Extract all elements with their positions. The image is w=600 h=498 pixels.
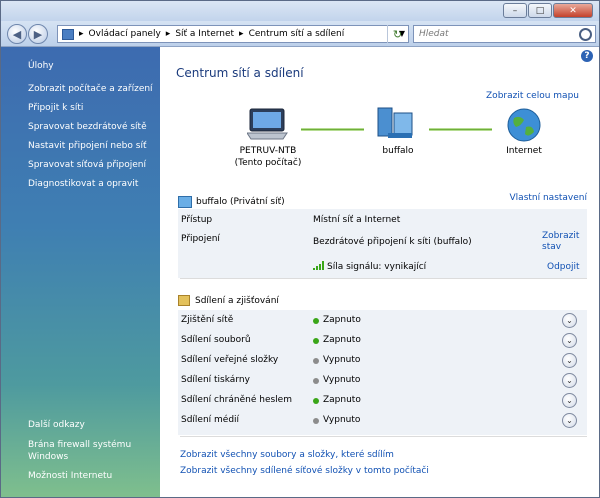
search-icon[interactable] [579,28,592,41]
sharing-label: Sdílení médií [181,415,240,425]
full-map-link[interactable]: Zobrazit celou mapu [486,91,579,101]
sharing-label: Sdílení chráněné heslem [181,395,292,405]
view-shared-folders-link[interactable]: Zobrazit všechny sdílené síťové složky v… [180,463,429,479]
breadcrumb-network-internet[interactable]: Síť a Internet [175,29,234,39]
divider [180,436,587,437]
sharing-value: Vypnuto [323,415,361,425]
sharing-header: Sdílení a zjišťování [178,295,279,306]
breadcrumb-sep-icon: ▸ [79,29,84,39]
sharing-value: Zapnuto [323,315,361,325]
divider [180,278,587,279]
breadcrumb-sep-icon: ▸ [165,29,171,39]
sharing-row: Sdílení médií Vypnuto ⌄ [178,411,587,431]
connection-line-1 [301,128,364,131]
status-on-icon [313,398,319,404]
status-on-icon [313,338,319,344]
help-icon[interactable]: ? [581,50,593,62]
network-details-panel: Přístup Místní síť a Internet Připojení … [178,209,587,278]
internet-globe-icon [507,108,541,142]
signal-strength-icon [313,261,324,270]
disconnect-link[interactable]: Odpojit [547,262,580,272]
sidebar-item-view-computers[interactable]: Zobrazit počítače a zařízení [28,80,153,99]
sharing-icon [178,295,190,306]
sidebar-item-setup-connection[interactable]: Nastavit připojení nebo síť [28,137,153,156]
chevron-down-icon[interactable]: ⌄ [562,373,577,388]
sharing-value: Vypnuto [323,355,361,365]
close-button[interactable]: ✕ [553,3,593,18]
sidebar-item-firewall[interactable]: Brána firewall systému Windows [28,439,153,463]
sharing-row: Sdílení chráněné heslem Zapnuto ⌄ [178,391,587,411]
sidebar-item-manage-connections[interactable]: Spravovat síťová připojení [28,156,153,175]
control-panel-icon [62,28,74,40]
sharing-value: Vypnuto [323,375,361,385]
sharing-label: Sdílení souborů [181,335,251,345]
sharing-value: Zapnuto [323,335,361,345]
sharing-label: Zjištění sítě [181,315,234,325]
back-button[interactable]: ◀ [7,24,27,44]
status-off-icon [313,378,319,384]
sidebar-other-title: Další odkazy [28,420,85,430]
sidebar-item-diagnose[interactable]: Diagnostikovat a opravit [28,175,153,194]
sharing-panel: Zjištění sítě Zapnuto ⌄ Sdílení souborů … [178,310,587,435]
sidebar-item-internet-options[interactable]: Možnosti Internetu [28,470,153,482]
access-value: Místní síť a Internet [313,215,401,225]
network-icon [178,196,192,208]
sharing-row: Zjištění sítě Zapnuto ⌄ [178,311,587,331]
sidebar: Úlohy Zobrazit počítače a zařízení Připo… [1,47,160,497]
network-router-icon [377,107,413,138]
sharing-value: Zapnuto [323,395,361,405]
computer-label: PETRUV-NTB (Tento počítač) [230,145,306,169]
maximize-button[interactable]: □ [528,3,552,18]
network-title: buffalo (Privátní síť) [196,197,285,207]
computer-name: PETRUV-NTB [239,146,297,156]
custom-settings-link[interactable]: Vlastní nastavení [510,193,587,203]
status-on-icon [313,318,319,324]
sharing-label: Sdílení tiskárny [181,375,250,385]
chevron-down-icon[interactable]: ⌄ [562,393,577,408]
computer-icon [247,108,288,140]
sharing-title: Sdílení a zjišťování [195,295,279,306]
main-panel: Centrum sítí a sdílení Zobrazit celou ma… [160,47,599,497]
forward-button[interactable]: ▶ [28,24,48,44]
chevron-down-icon[interactable]: ⌄ [562,333,577,348]
connection-value: Bezdrátové připojení k síti (buffalo) [313,237,472,247]
sidebar-tasks: Zobrazit počítače a zařízení Připojit k … [28,80,153,194]
access-label: Přístup [181,215,213,225]
refresh-icon[interactable]: ↻ [387,25,407,43]
chevron-down-icon[interactable]: ⌄ [562,353,577,368]
show-status-link[interactable]: Zobrazit stav [542,231,587,253]
connection-label: Připojení [181,234,220,244]
search-placeholder: Hledat [419,29,449,39]
address-box[interactable]: ▸ Ovládací panely ▸ Síť a Internet ▸ Cen… [57,25,409,43]
sharing-row: Sdílení tiskárny Vypnuto ⌄ [178,371,587,391]
breadcrumb-control-panel[interactable]: Ovládací panely [89,29,161,39]
view-shared-files-link[interactable]: Zobrazit všechny soubory a složky, které… [180,447,429,463]
network-name-label: buffalo [382,146,414,156]
computer-subtitle: (Tento počítač) [234,158,302,168]
sharing-row: Sdílení souborů Zapnuto ⌄ [178,331,587,351]
sidebar-other-links: Brána firewall systému Windows Možnosti … [28,439,153,489]
minimize-button[interactable]: – [503,3,527,18]
page-title: Centrum sítí a sdílení [176,66,304,80]
window: – □ ✕ ◀ ▶ ▸ Ovládací panely ▸ Síť a Inte… [0,0,600,498]
address-bar-row: ◀ ▶ ▸ Ovládací panely ▸ Síť a Internet ▸… [1,21,599,47]
bottom-links: Zobrazit všechny soubory a složky, které… [180,447,429,479]
title-bar: – □ ✕ [1,1,599,21]
breadcrumb-network-center[interactable]: Centrum sítí a sdílení [249,29,345,39]
sidebar-item-connect[interactable]: Připojit k síti [28,99,153,118]
chevron-down-icon[interactable]: ⌄ [562,313,577,328]
status-off-icon [313,358,319,364]
internet-label: Internet [506,146,542,156]
connection-line-2 [429,128,492,131]
breadcrumb-sep-icon: ▸ [239,29,244,39]
window-controls: – □ ✕ [503,3,593,18]
chevron-down-icon[interactable]: ⌄ [562,413,577,428]
sharing-row: Sdílení veřejné složky Vypnuto ⌄ [178,351,587,371]
sharing-label: Sdílení veřejné složky [181,355,279,365]
sidebar-title: Úlohy [28,61,54,71]
signal-strength-text: Síla signálu: vynikající [327,262,427,272]
sidebar-item-manage-wireless[interactable]: Spravovat bezdrátové sítě [28,118,153,137]
status-off-icon [313,418,319,424]
search-input[interactable]: Hledat [413,25,596,43]
